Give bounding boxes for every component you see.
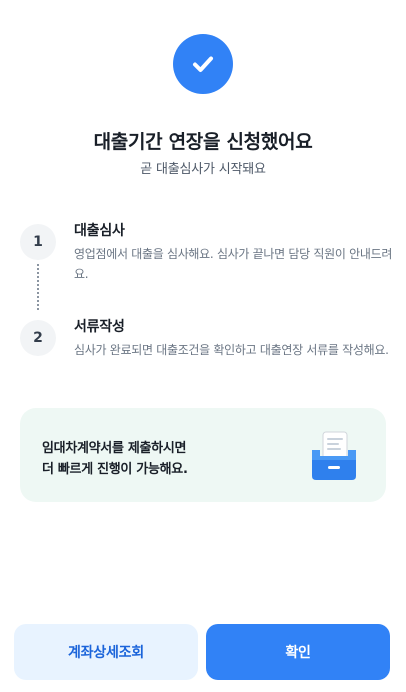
step-list: 1 대출심사 영업점에서 대출을 심사해요. 심사가 끝나면 담당 직원이 안내… — [20, 218, 392, 410]
step-description: 심사가 완료되면 대출조건을 확인하고 대출연장 서류를 작성해요. — [74, 343, 389, 357]
step-number: 1 — [20, 224, 56, 260]
step-item-documents: 2 서류작성 심사가 완료되면 대출조건을 확인하고 대출연장 서류를 작성해요… — [20, 314, 390, 410]
step-item-review: 1 대출심사 영업점에서 대출을 심사해요. 심사가 끝나면 담당 직원이 안내… — [20, 218, 392, 314]
info-text-line-1: 임대차계약서를 제출하시면 — [42, 441, 187, 456]
step-title: 대출심사 — [74, 223, 125, 239]
page-title: 대출기간 연장을 신청했어요 — [93, 131, 313, 153]
page-subtitle: 곧 대출심사가 시작돼요 — [140, 162, 266, 177]
account-detail-button[interactable]: 계좌상세조회 — [14, 624, 198, 680]
info-text-line-2: 더 빠르게 진행이 가능해요. — [42, 462, 188, 477]
check-icon — [193, 56, 213, 72]
success-check-icon — [173, 34, 233, 94]
step-title: 서류작성 — [74, 319, 125, 335]
document-tray-icon — [312, 431, 356, 480]
step-description: 영업점에서 대출을 심사해요. 심사가 끝나면 담당 직원이 안내드려요. — [74, 247, 393, 281]
confirm-button[interactable]: 확인 — [206, 624, 390, 680]
step-connector — [37, 264, 39, 310]
lease-contract-info-card: 임대차계약서를 제출하시면 더 빠르게 진행이 가능해요. — [20, 408, 386, 502]
info-text: 임대차계약서를 제출하시면 더 빠르게 진행이 가능해요. — [42, 438, 282, 480]
step-number: 2 — [20, 320, 56, 356]
